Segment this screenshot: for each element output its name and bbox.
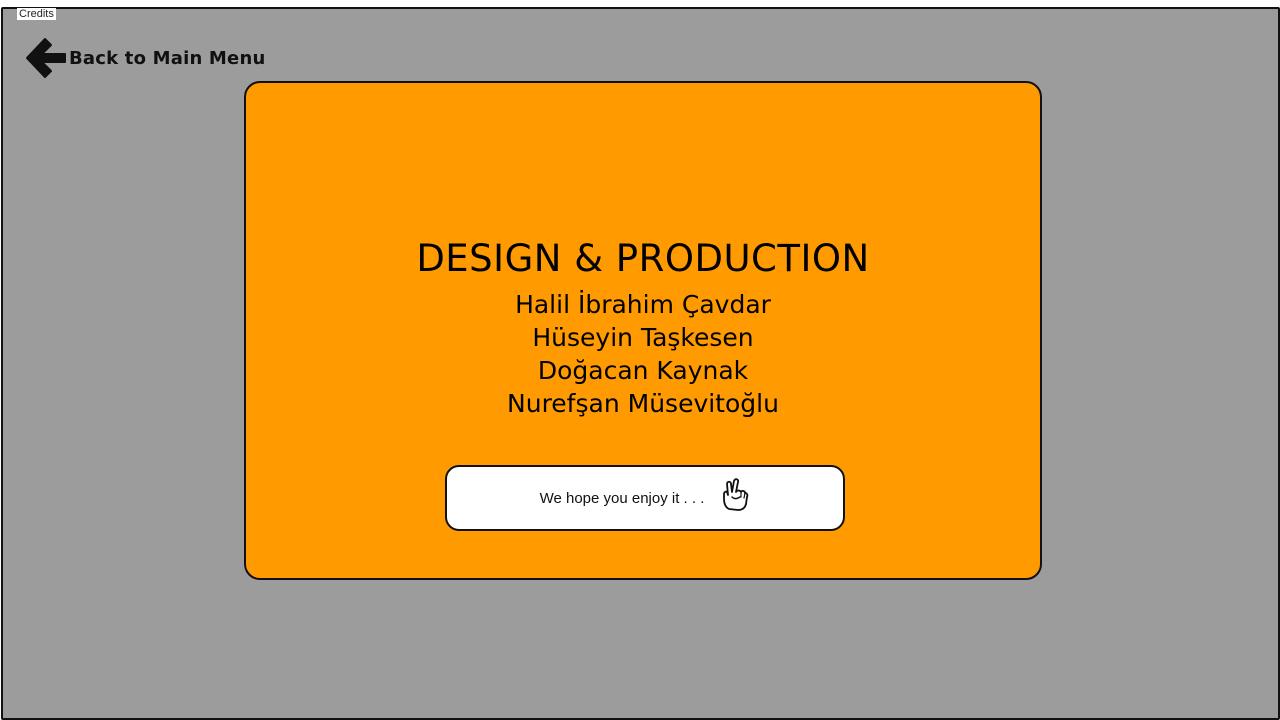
credit-name: Halil İbrahim Çavdar <box>515 290 771 319</box>
thank-you-message: We hope you enjoy it . . . <box>539 490 705 507</box>
credit-name: Doğacan Kaynak <box>537 356 749 385</box>
credit-name: Nurefşan Müsevitoğlu <box>507 389 779 418</box>
back-to-main-menu-link[interactable]: Back to Main Menu <box>25 37 265 79</box>
credits-window: Credits Back to Main Menu DESIGN & PRODU… <box>1 7 1280 720</box>
credits-heading: DESIGN & PRODUCTION <box>416 237 870 280</box>
credits-panel: DESIGN & PRODUCTION Halil İbrahim Çavdar… <box>244 81 1042 580</box>
window-title: Credits <box>17 8 56 20</box>
credits-name-list: Halil İbrahim Çavdar Hüseyin Taşkesen Do… <box>246 288 1040 420</box>
back-link-label: Back to Main Menu <box>69 47 266 69</box>
victory-hand-icon <box>723 478 749 511</box>
arrow-left-icon <box>26 38 66 78</box>
credit-name: Hüseyin Taşkesen <box>532 323 754 352</box>
thank-you-message-box: We hope you enjoy it . . . <box>445 465 845 531</box>
